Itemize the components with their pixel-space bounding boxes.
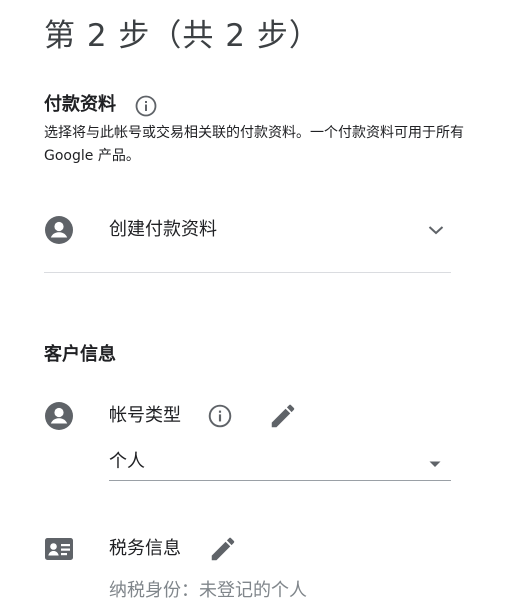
account-circle-icon bbox=[44, 215, 74, 245]
account-circle-icon bbox=[44, 401, 74, 431]
account-type-select[interactable]: 个人 bbox=[109, 446, 451, 480]
info-icon[interactable] bbox=[134, 94, 158, 118]
payment-profile-selector[interactable]: 创建付款资料 bbox=[44, 208, 452, 252]
tax-info-label: 税务信息 bbox=[109, 538, 181, 559]
contact-card-icon bbox=[44, 535, 74, 563]
payment-profile-heading: 付款资料 bbox=[44, 94, 116, 115]
arrow-drop-down-icon bbox=[425, 454, 445, 474]
select-underline bbox=[109, 480, 451, 481]
tax-status-value: 纳税身份：未登记的个人 bbox=[109, 580, 307, 601]
payment-profile-selected-value: 创建付款资料 bbox=[109, 219, 217, 240]
account-type-label: 帐号类型 bbox=[109, 405, 181, 426]
info-icon[interactable] bbox=[207, 403, 233, 429]
customer-info-heading: 客户信息 bbox=[44, 344, 116, 365]
account-type-selected-value: 个人 bbox=[109, 451, 145, 472]
page-title: 第 2 步（共 2 步） bbox=[44, 18, 321, 54]
edit-tax-info-pencil-icon[interactable] bbox=[208, 534, 238, 564]
chevron-down-icon bbox=[424, 218, 448, 242]
payment-profile-description: 选择将与此帐号或交易相关联的付款资料。一个付款资料可用于所有 Google 产品… bbox=[44, 125, 464, 164]
divider bbox=[44, 272, 451, 273]
edit-account-type-pencil-icon[interactable] bbox=[268, 401, 298, 431]
